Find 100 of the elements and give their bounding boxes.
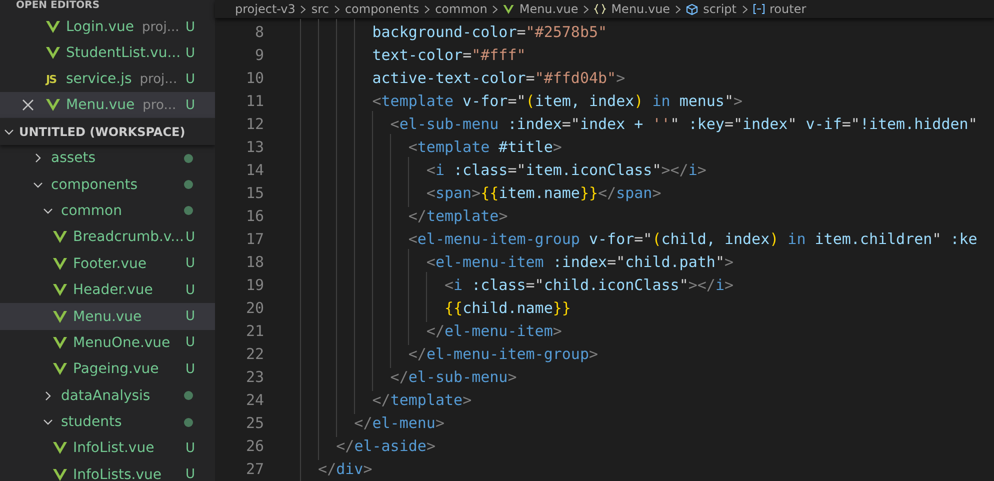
chevron-icon xyxy=(742,4,748,14)
workspace-title: UNTITLED (WORKSPACE) xyxy=(19,124,186,138)
tree-item[interactable]: assets xyxy=(0,145,215,172)
line-number: 25 xyxy=(244,414,264,432)
vue-file-icon xyxy=(53,468,67,481)
git-status: U xyxy=(185,98,195,112)
code-line: </template> xyxy=(371,391,472,409)
git-status: U xyxy=(185,256,195,272)
tree-item[interactable]: Footer.vue U xyxy=(0,250,215,277)
tree-item[interactable]: Header.vue U xyxy=(0,276,215,304)
line-number: 12 xyxy=(244,115,264,133)
file-name: StudentList.vu... xyxy=(66,45,181,61)
code-line: background-color="#2578b5" xyxy=(371,23,608,41)
open-editor-item[interactable]: Menu.vue pro... U xyxy=(0,92,215,118)
tree-item[interactable]: components xyxy=(0,171,215,198)
code-line: <template v-for="(item, index) in menus"> xyxy=(371,92,743,110)
code-line: </el-sub-menu> xyxy=(389,368,517,386)
tree-item[interactable]: dataAnalysis xyxy=(0,382,215,409)
folder-name: common xyxy=(61,202,122,219)
breadcrumb-item[interactable]: components xyxy=(344,2,420,16)
breadcrumb-item[interactable]: project-v3 xyxy=(235,2,296,16)
line-number: 10 xyxy=(244,69,264,87)
line-number: 20 xyxy=(244,299,264,317)
line-number: 24 xyxy=(244,391,264,409)
open-editor-item[interactable]: Login.vue proj... U xyxy=(0,14,215,40)
file-name: Header.vue xyxy=(73,282,153,298)
git-status: U xyxy=(185,46,195,60)
vue-file-icon xyxy=(53,442,67,454)
file-name: Pageing.vue xyxy=(73,361,159,378)
tree-item[interactable]: InfoLists.vue U xyxy=(0,462,215,481)
vue-file-icon xyxy=(53,258,67,270)
line-number: 15 xyxy=(244,184,264,202)
git-status: U xyxy=(185,230,195,245)
chevron-icon xyxy=(583,4,590,14)
tree-item[interactable]: MenuOne.vue U xyxy=(0,330,215,356)
tree-item[interactable]: common xyxy=(0,198,215,224)
chevron-icon xyxy=(33,153,43,164)
open-editor-item[interactable]: StudentList.vu... U xyxy=(0,40,215,66)
breadcrumb-item[interactable]: Menu.vue xyxy=(519,2,578,16)
file-name: MenuOne.vue xyxy=(73,334,170,351)
code-line: </template> xyxy=(407,207,508,225)
folder-name: dataAnalysis xyxy=(61,388,150,404)
field-icon xyxy=(752,4,765,14)
js-file-icon: JS xyxy=(46,72,62,86)
open-editor-item[interactable]: JS service.js proj... U xyxy=(0,66,215,92)
chevron-icon xyxy=(43,390,53,401)
breadcrumb-item[interactable]: Menu.vue xyxy=(611,2,670,16)
code-line: <template #title> xyxy=(407,138,562,156)
git-status: U xyxy=(185,20,195,34)
breadcrumb-item[interactable]: src xyxy=(311,2,329,16)
git-status: U xyxy=(185,72,195,86)
code-line: </el-menu> xyxy=(353,414,444,432)
workspace-header[interactable]: UNTITLED (WORKSPACE) xyxy=(0,118,215,145)
code-line: <el-menu-item :index="child.path"> xyxy=(425,253,734,271)
code-line: <el-sub-menu :index="index + ''" :key="index" v-if="!item.hidden" xyxy=(389,115,978,133)
code-line: <span>{{item.name}}</span> xyxy=(425,184,662,202)
modified-dot-icon xyxy=(184,180,193,190)
git-status: U xyxy=(185,335,195,350)
line-number: 18 xyxy=(244,253,264,271)
chevron-icon xyxy=(424,4,430,14)
braces-icon xyxy=(594,4,606,14)
breadcrumb-item[interactable]: common xyxy=(435,2,488,16)
tree-item[interactable]: Menu.vue U xyxy=(0,303,215,330)
line-number: 11 xyxy=(244,92,264,110)
modified-dot-icon xyxy=(184,154,193,163)
vue-file-icon xyxy=(53,310,67,323)
code-line: {{child.name}} xyxy=(443,299,571,317)
tree-item[interactable]: Breadcrumb.v...U xyxy=(0,224,215,251)
code-line: </div> xyxy=(317,460,372,478)
tree-item[interactable]: Pageing.vue U xyxy=(0,356,215,383)
vue-file-icon xyxy=(53,336,67,349)
line-number: 19 xyxy=(244,276,264,294)
file-name: service.js xyxy=(66,71,132,87)
modified-dot-icon xyxy=(184,418,193,427)
vue-file-icon xyxy=(503,4,514,14)
tree-item[interactable]: InfoList.vue U xyxy=(0,435,215,462)
close-icon[interactable] xyxy=(22,99,34,111)
cube-icon xyxy=(686,4,698,14)
vue-file-icon xyxy=(46,21,60,33)
chevron-icon xyxy=(4,126,14,136)
git-status: U xyxy=(185,309,195,324)
code-line: </el-menu-item> xyxy=(425,322,562,340)
vue-file-icon xyxy=(46,99,60,111)
file-path: proj... xyxy=(140,72,178,86)
file-name: Menu.vue xyxy=(66,97,135,113)
breadcrumb-item[interactable]: script xyxy=(703,2,737,16)
folder-name: students xyxy=(61,414,122,430)
vue-file-icon xyxy=(53,363,67,376)
git-status: U xyxy=(185,362,195,377)
git-status: U xyxy=(185,440,195,456)
code-line: active-text-color="#ffd04b"> xyxy=(371,69,626,87)
line-number: 27 xyxy=(244,460,264,478)
tree-item[interactable]: students xyxy=(0,408,215,436)
file-name: Menu.vue xyxy=(73,308,142,325)
breadcrumb-item[interactable]: router xyxy=(770,2,806,16)
chevron-icon xyxy=(334,4,340,14)
code-line: </el-aside> xyxy=(335,437,436,455)
section-header[interactable]: OPEN EDITORS xyxy=(0,0,215,14)
line-number: 9 xyxy=(254,46,264,64)
vue-file-icon xyxy=(46,47,60,59)
